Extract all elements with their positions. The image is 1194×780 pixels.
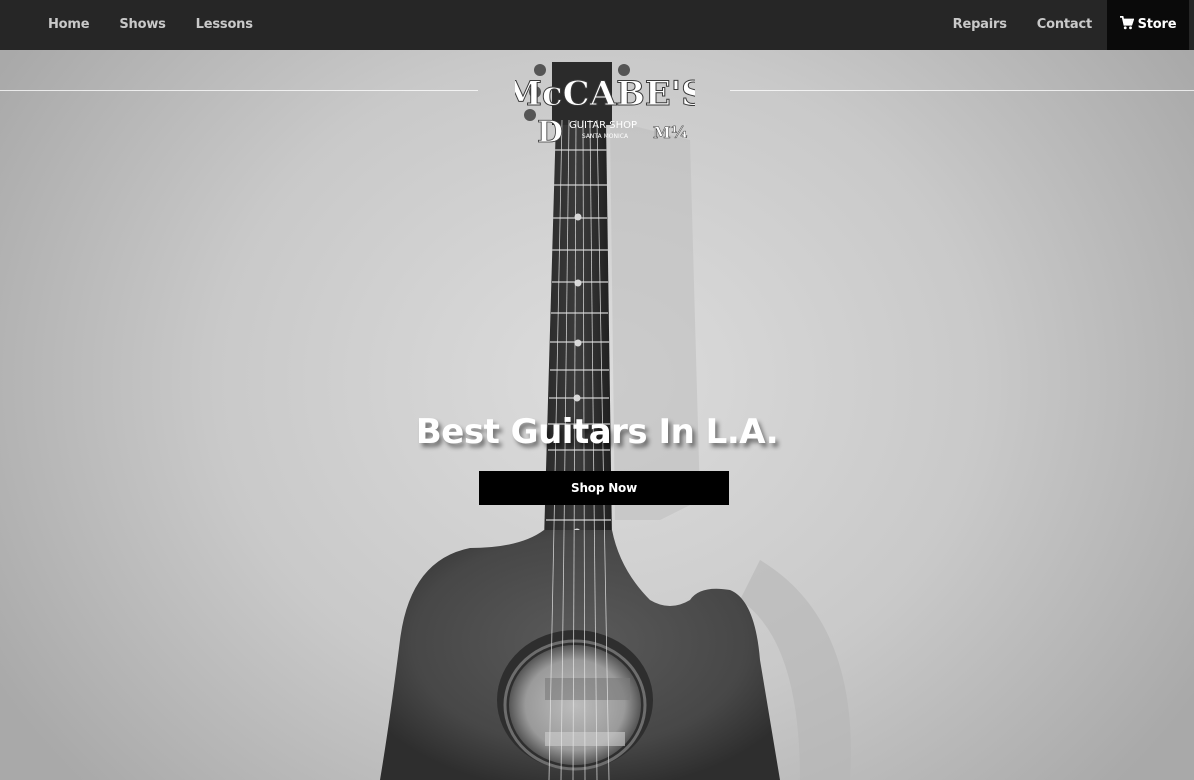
logo-registered: ® — [681, 133, 687, 140]
header-rule-right — [730, 90, 1194, 91]
page: Home Shows Lessons Repairs Contact Store… — [0, 0, 1194, 780]
store-label: Store — [1137, 17, 1177, 32]
logo-d-flourish: D — [537, 115, 563, 150]
logo-location: SANTA MONICA — [582, 133, 629, 140]
nav-left-group: Home Shows Lessons — [33, 0, 268, 50]
nav-link-repairs[interactable]: Repairs — [938, 0, 1022, 50]
nav-link-shows[interactable]: Shows — [104, 0, 180, 50]
nav-link-contact[interactable]: Contact — [1022, 0, 1107, 50]
logo-subtitle: GUITAR SHOP — [569, 120, 637, 131]
nav-link-lessons[interactable]: Lessons — [181, 0, 268, 50]
nav-link-home[interactable]: Home — [33, 0, 104, 50]
cart-icon — [1119, 16, 1134, 30]
mccabes-logo[interactable]: McCABE'S D GUITAR SHOP SANTA MONICA M¼ ® — [515, 50, 695, 155]
nav-right-group: Repairs Contact Store — [938, 0, 1189, 50]
hero-title: Best Guitars In L.A. — [415, 412, 779, 452]
nav-link-store[interactable]: Store — [1107, 0, 1189, 50]
top-nav: Home Shows Lessons Repairs Contact Store — [0, 0, 1194, 50]
shop-now-button[interactable]: Shop Now — [479, 471, 729, 505]
header-rule-left — [0, 90, 478, 91]
logo-name: McCABE'S — [515, 74, 695, 114]
